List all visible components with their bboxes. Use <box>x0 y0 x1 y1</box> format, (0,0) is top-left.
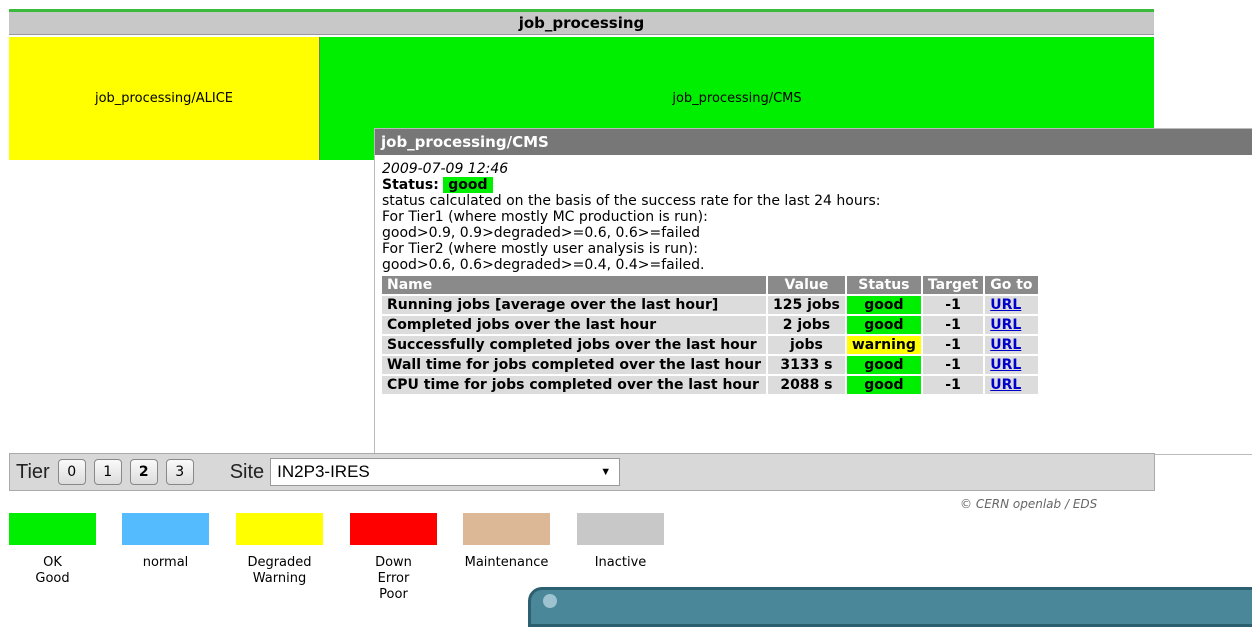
legend-swatch <box>577 513 664 545</box>
metric-name: Completed jobs over the last hour <box>382 314 768 335</box>
legend-item-maintenance: Maintenance <box>463 513 550 571</box>
metric-target: -1 <box>921 374 986 394</box>
legend-label: Inactive <box>594 555 647 570</box>
status-label: Status: <box>382 177 439 193</box>
metric-status: warning <box>845 334 923 355</box>
panel-handle[interactable] <box>543 594 557 608</box>
table-row: Wall time for jobs completed over the la… <box>382 354 1040 375</box>
col-header-name: Name <box>382 276 768 295</box>
metric-url-link[interactable]: URL <box>990 297 1021 313</box>
table-row: Running jobs [average over the last hour… <box>382 294 1040 315</box>
legend-label: OK Good <box>35 555 70 586</box>
col-header-value: Value <box>767 276 847 295</box>
metric-name: Running jobs [average over the last hour… <box>382 294 768 315</box>
metric-target: -1 <box>921 334 986 355</box>
metric-target: -1 <box>921 354 986 375</box>
metric-url-link[interactable]: URL <box>990 377 1021 393</box>
metrics-table: Name Value Status Target Go to Running j… <box>382 276 1040 394</box>
metric-status: good <box>845 374 923 394</box>
metric-value: 2088 s <box>767 374 847 394</box>
legend-item-normal: normal <box>122 513 209 571</box>
table-row: Successfully completed jobs over the las… <box>382 334 1040 355</box>
metric-url-link[interactable]: URL <box>990 317 1021 333</box>
legend-label: Degraded Warning <box>247 555 312 586</box>
legend-item-ok: OK Good <box>9 513 96 587</box>
tooltip-date: 2009-07-09 12:46 <box>382 161 509 177</box>
col-header-status: Status <box>845 276 923 295</box>
legend-swatch <box>236 513 323 545</box>
metric-url-link[interactable]: URL <box>990 357 1021 373</box>
table-row: CPU time for jobs completed over the las… <box>382 374 1040 394</box>
legend-label: Down Error Poor <box>375 555 412 602</box>
table-row: Completed jobs over the last hour 2 jobs… <box>382 314 1040 335</box>
tier-button-3[interactable]: 3 <box>165 459 194 485</box>
metric-name: CPU time for jobs completed over the las… <box>382 374 768 394</box>
tooltip-desc-line: status calculated on the basis of the su… <box>382 193 881 209</box>
legend-label: Maintenance <box>464 555 549 570</box>
metric-value: 3133 s <box>767 354 847 375</box>
copyright-note: © CERN openlab / EDS <box>960 497 1098 511</box>
chevron-down-icon: ▼ <box>600 466 612 478</box>
col-header-goto: Go to <box>984 276 1040 295</box>
site-select[interactable]: IN2P3-IRES ▼ <box>270 458 621 486</box>
metric-url-link[interactable]: URL <box>990 337 1021 353</box>
map-cell-label: job_processing/ALICE <box>94 91 234 106</box>
legend-item-degraded: Degraded Warning <box>236 513 323 587</box>
tooltip-desc-line: For Tier2 (where mostly user analysis is… <box>382 241 699 257</box>
metric-value: 2 jobs <box>767 314 847 335</box>
tier-button-1[interactable]: 1 <box>93 459 122 485</box>
map-title: job_processing <box>9 12 1154 35</box>
tooltip-desc-line: good>0.6, 0.6>degraded>=0.4, 0.4>=failed… <box>382 257 705 273</box>
tooltip-title: job_processing/CMS <box>375 129 1252 155</box>
tier-button-2[interactable]: 2 <box>129 459 158 485</box>
details-tooltip: job_processing/CMS 2009-07-09 12:46 Stat… <box>374 128 1252 455</box>
metric-status: good <box>845 314 923 335</box>
site-select-value: IN2P3-IRES <box>277 462 370 481</box>
filter-toolbar: Tier 0 1 2 3 Site IN2P3-IRES ▼ <box>9 453 1155 491</box>
table-header-row: Name Value Status Target Go to <box>382 276 1040 295</box>
map-cell-alice[interactable]: job_processing/ALICE <box>9 37 320 160</box>
legend-item-inactive: Inactive <box>577 513 664 571</box>
tooltip-body: 2009-07-09 12:46 Status: good status cal… <box>375 155 1252 394</box>
map-cell-label: job_processing/CMS <box>672 91 802 106</box>
metric-target: -1 <box>921 294 986 315</box>
legend-swatch <box>9 513 96 545</box>
tooltip-desc-line: good>0.9, 0.9>degraded>=0.6, 0.6>=failed <box>382 225 701 241</box>
site-label: Site <box>229 460 265 483</box>
tier-button-0[interactable]: 0 <box>57 459 86 485</box>
legend-swatch <box>463 513 550 545</box>
legend-swatch <box>122 513 209 545</box>
metric-value: 125 jobs <box>767 294 847 315</box>
legend-label: normal <box>142 555 189 570</box>
metric-value: jobs <box>767 334 847 355</box>
metric-target: -1 <box>921 314 986 335</box>
col-header-target: Target <box>921 276 986 295</box>
metric-name: Successfully completed jobs over the las… <box>382 334 768 355</box>
legend-item-down: Down Error Poor <box>350 513 437 603</box>
status-badge: good <box>443 177 493 193</box>
tooltip-status: Status: good <box>382 177 1245 193</box>
metric-name: Wall time for jobs completed over the la… <box>382 354 768 375</box>
metric-status: good <box>845 294 923 315</box>
legend-swatch <box>350 513 437 545</box>
tooltip-desc-line: For Tier1 (where mostly MC production is… <box>382 209 708 225</box>
metric-status: good <box>845 354 923 375</box>
overlay-panel <box>528 587 1252 627</box>
tier-label: Tier <box>16 460 50 483</box>
